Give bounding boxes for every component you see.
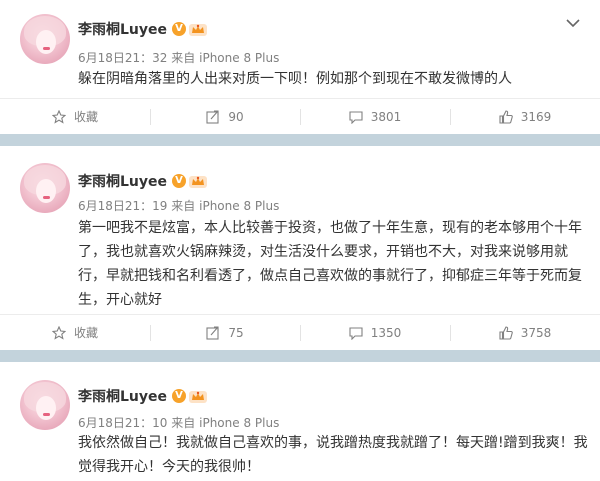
favorite-button[interactable]: 收藏	[0, 99, 150, 134]
weibo-post: 李雨桐Luyee V 6月18日21：19 来自 iPhone 8 Plus 第…	[0, 146, 600, 350]
post-meta: 6月18日21：10 来自 iPhone 8 Plus	[78, 414, 279, 430]
repost-icon	[206, 325, 219, 340]
crown-icon[interactable]	[188, 389, 208, 404]
like-count: 3758	[520, 325, 552, 340]
post-time[interactable]: 6月18日21：19	[78, 199, 167, 213]
comment-count: 3801	[370, 109, 402, 124]
like-button[interactable]: 3758	[450, 315, 600, 350]
star-icon	[51, 325, 66, 340]
post-separator	[0, 350, 600, 362]
repost-count: 90	[228, 109, 244, 124]
comment-icon	[349, 110, 363, 124]
source-prefix: 来自	[171, 51, 196, 65]
comment-count: 1350	[370, 325, 402, 340]
verified-badge[interactable]: V	[172, 22, 187, 36]
post-text: 第一吧我不是炫富，本人比较善于投资，也做了十年生意，现有的老本够用个十年了，我也…	[78, 220, 582, 308]
avatar[interactable]	[20, 163, 70, 213]
username-link[interactable]: 李雨桐Luyee	[78, 171, 167, 191]
crown-icon[interactable]	[188, 174, 208, 189]
favorite-button[interactable]: 收藏	[0, 315, 150, 350]
repost-count: 75	[228, 325, 244, 340]
weibo-post: 李雨桐Luyee V 6月18日21：10 来自 iPhone 8 Plus 我…	[0, 362, 600, 481]
weibo-post: 李雨桐Luyee V 6月18日21：32 来自 iPhone 8 Plus 躲…	[0, 0, 600, 134]
avatar[interactable]	[20, 14, 70, 64]
post-source: iPhone 8 Plus	[199, 416, 280, 430]
action-bar: 收藏 75 1350 3758	[0, 314, 600, 350]
avatar-lip	[43, 47, 50, 50]
comment-button[interactable]: 1350	[300, 315, 450, 350]
username-link[interactable]: 李雨桐Luyee	[78, 386, 167, 406]
avatar-face	[36, 179, 56, 203]
post-header: 李雨桐Luyee V	[78, 19, 208, 39]
post-source: iPhone 8 Plus	[199, 199, 280, 213]
repost-button[interactable]: 75	[150, 315, 300, 350]
username-link[interactable]: 李雨桐Luyee	[78, 19, 167, 39]
source-prefix: 来自	[171, 416, 196, 430]
repost-button[interactable]: 90	[150, 99, 300, 134]
post-time[interactable]: 6月18日21：10	[78, 416, 167, 430]
post-time[interactable]: 6月18日21：32	[78, 51, 167, 65]
comment-icon	[349, 326, 363, 340]
chevron-down-icon[interactable]	[566, 18, 580, 28]
avatar-face	[36, 396, 56, 420]
post-meta: 6月18日21：19 来自 iPhone 8 Plus	[78, 197, 279, 213]
avatar-lip	[43, 413, 50, 416]
like-count: 3169	[520, 109, 552, 124]
star-icon	[51, 109, 66, 124]
repost-icon	[206, 109, 219, 124]
weibo-feed: 李雨桐Luyee V 6月18日21：32 来自 iPhone 8 Plus 躲…	[0, 0, 600, 481]
comment-button[interactable]: 3801	[300, 99, 450, 134]
source-prefix: 来自	[171, 199, 196, 213]
crown-icon[interactable]	[188, 22, 208, 37]
post-source: iPhone 8 Plus	[199, 51, 280, 65]
like-icon	[499, 109, 513, 124]
favorite-label: 收藏	[73, 110, 98, 124]
post-meta: 6月18日21：32 来自 iPhone 8 Plus	[78, 49, 279, 65]
post-separator	[0, 134, 600, 146]
post-header: 李雨桐Luyee V	[78, 171, 208, 191]
like-button[interactable]: 3169	[450, 99, 600, 134]
post-text: 我依然做自己！我就做自己喜欢的事，说我蹭热度我就蹭了！每天蹭!蹭到我爽！我觉得我…	[78, 435, 588, 475]
avatar-lip	[43, 196, 50, 199]
like-icon	[499, 325, 513, 340]
action-bar: 收藏 90 3801 3169	[0, 98, 600, 134]
post-header: 李雨桐Luyee V	[78, 386, 208, 406]
verified-badge[interactable]: V	[172, 389, 187, 403]
avatar-face	[36, 30, 56, 54]
verified-badge[interactable]: V	[172, 174, 187, 188]
post-text: 躲在阴暗角落里的人出来对质一下呗！例如那个到现在不敢发微博的人	[78, 71, 512, 87]
favorite-label: 收藏	[73, 326, 98, 340]
avatar[interactable]	[20, 380, 70, 430]
